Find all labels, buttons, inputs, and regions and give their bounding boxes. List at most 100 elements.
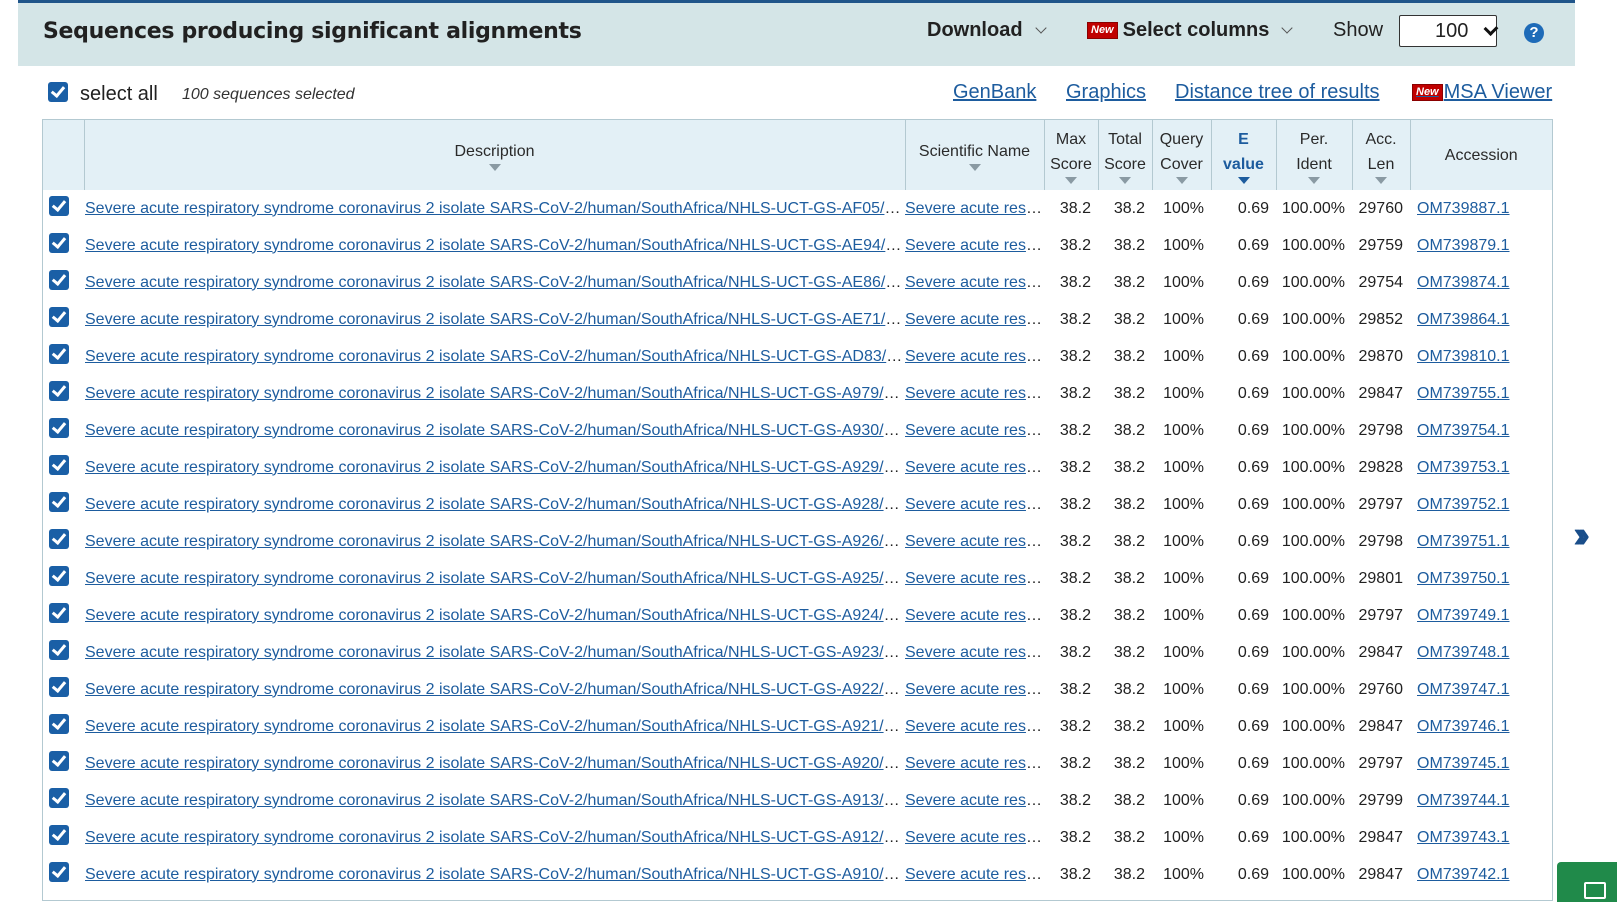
checkbox-checked-icon[interactable] (49, 788, 69, 808)
checkbox-checked-icon[interactable] (49, 640, 69, 660)
row-description-cell[interactable]: Severe acute respiratory syndrome corona… (84, 190, 905, 227)
row-scientific-name-link[interactable]: Severe acute respiratory syndrome corona… (905, 311, 1044, 328)
row-accession-link[interactable]: OM739749.1 (1417, 607, 1510, 624)
row-description-link[interactable]: Severe acute respiratory syndrome corona… (85, 607, 905, 624)
row-checkbox-cell[interactable] (43, 227, 84, 264)
row-scientific-name-link[interactable]: Severe acute respiratory syndrome corona… (905, 237, 1044, 254)
checkbox-checked-icon[interactable] (49, 270, 69, 290)
row-description-link[interactable]: Severe acute respiratory syndrome corona… (85, 866, 905, 883)
checkbox-checked-icon[interactable] (49, 677, 69, 697)
row-description-link[interactable]: Severe acute respiratory syndrome corona… (85, 459, 905, 476)
row-description-cell[interactable]: Severe acute respiratory syndrome corona… (84, 486, 905, 523)
row-checkbox-cell[interactable] (43, 634, 84, 671)
row-description-cell[interactable]: Severe acute respiratory syndrome corona… (84, 375, 905, 412)
row-checkbox-cell[interactable] (43, 819, 84, 856)
row-description-cell[interactable]: Severe acute respiratory syndrome corona… (84, 597, 905, 634)
row-scientific-name-link[interactable]: Severe acute respiratory syndrome corona… (905, 792, 1044, 809)
row-checkbox-cell[interactable] (43, 486, 84, 523)
row-scientific-name-cell[interactable]: Severe acute respiratory syndrome corona… (905, 634, 1044, 671)
row-scientific-name-cell[interactable]: Severe acute respiratory syndrome corona… (905, 856, 1044, 893)
row-scientific-name-cell[interactable]: Severe acute respiratory syndrome corona… (905, 301, 1044, 338)
row-accession-cell[interactable]: OM739744.1 (1410, 782, 1552, 819)
row-description-link[interactable]: Severe acute respiratory syndrome corona… (85, 755, 905, 772)
row-accession-cell[interactable]: OM739749.1 (1410, 597, 1552, 634)
checkbox-checked-icon[interactable] (49, 825, 69, 845)
row-checkbox-cell[interactable] (43, 449, 84, 486)
row-description-link[interactable]: Severe acute respiratory syndrome corona… (85, 570, 905, 587)
row-accession-cell[interactable]: OM739747.1 (1410, 671, 1552, 708)
graphics-link[interactable]: Graphics (1066, 81, 1146, 104)
row-description-cell[interactable]: Severe acute respiratory syndrome corona… (84, 634, 905, 671)
row-scientific-name-link[interactable]: Severe acute respiratory syndrome corona… (905, 718, 1044, 735)
row-scientific-name-cell[interactable]: Severe acute respiratory syndrome corona… (905, 190, 1044, 227)
row-description-link[interactable]: Severe acute respiratory syndrome corona… (85, 681, 905, 698)
row-scientific-name-link[interactable]: Severe acute respiratory syndrome corona… (905, 866, 1044, 883)
row-accession-link[interactable]: OM739746.1 (1417, 718, 1510, 735)
checkbox-checked-icon[interactable] (49, 233, 69, 253)
row-accession-cell[interactable]: OM739874.1 (1410, 264, 1552, 301)
row-description-cell[interactable]: Severe acute respiratory syndrome corona… (84, 782, 905, 819)
msa-viewer-link[interactable]: New MSA Viewer (1412, 81, 1552, 104)
row-accession-link[interactable]: OM739742.1 (1417, 866, 1510, 883)
row-accession-cell[interactable]: OM739742.1 (1410, 856, 1552, 893)
row-scientific-name-cell[interactable]: Severe acute respiratory syndrome corona… (905, 597, 1044, 634)
col-max-score[interactable]: Max Score (1044, 120, 1099, 190)
row-description-cell[interactable]: Severe acute respiratory syndrome corona… (84, 560, 905, 597)
row-description-cell[interactable]: Severe acute respiratory syndrome corona… (84, 819, 905, 856)
select-all-checkbox[interactable] (48, 82, 68, 102)
row-scientific-name-cell[interactable]: Severe acute respiratory syndrome corona… (905, 671, 1044, 708)
row-accession-link[interactable]: OM739745.1 (1417, 755, 1510, 772)
row-description-link[interactable]: Severe acute respiratory syndrome corona… (85, 237, 905, 254)
row-checkbox-cell[interactable] (43, 264, 84, 301)
row-accession-cell[interactable]: OM739754.1 (1410, 412, 1552, 449)
row-scientific-name-cell[interactable]: Severe acute respiratory syndrome corona… (905, 782, 1044, 819)
genbank-link[interactable]: GenBank (953, 81, 1036, 104)
row-accession-cell[interactable]: OM739879.1 (1410, 227, 1552, 264)
row-scientific-name-link[interactable]: Severe acute respiratory syndrome corona… (905, 607, 1044, 624)
row-accession-link[interactable]: OM739750.1 (1417, 570, 1510, 587)
row-scientific-name-cell[interactable]: Severe acute respiratory syndrome corona… (905, 486, 1044, 523)
checkbox-checked-icon[interactable] (49, 862, 69, 882)
col-acc-len[interactable]: Acc. Len (1352, 120, 1411, 190)
row-scientific-name-link[interactable]: Severe acute respiratory syndrome corona… (905, 755, 1044, 772)
row-scientific-name-link[interactable]: Severe acute respiratory syndrome corona… (905, 422, 1044, 439)
row-scientific-name-link[interactable]: Severe acute respiratory syndrome corona… (905, 274, 1044, 291)
row-description-link[interactable]: Severe acute respiratory syndrome corona… (85, 348, 905, 365)
row-checkbox-cell[interactable] (43, 671, 84, 708)
row-checkbox-cell[interactable] (43, 412, 84, 449)
row-checkbox-cell[interactable] (43, 301, 84, 338)
col-evalue[interactable]: E value (1211, 120, 1277, 190)
row-scientific-name-cell[interactable]: Severe acute respiratory syndrome corona… (905, 412, 1044, 449)
row-accession-link[interactable]: OM739747.1 (1417, 681, 1510, 698)
row-scientific-name-cell[interactable]: Severe acute respiratory syndrome corona… (905, 819, 1044, 856)
row-scientific-name-link[interactable]: Severe acute respiratory syndrome corona… (905, 385, 1044, 402)
col-accession[interactable]: Accession (1410, 120, 1552, 190)
checkbox-checked-icon[interactable] (49, 196, 69, 216)
row-scientific-name-link[interactable]: Severe acute respiratory syndrome corona… (905, 644, 1044, 661)
row-checkbox-cell[interactable] (43, 375, 84, 412)
row-checkbox-cell[interactable] (43, 782, 84, 819)
row-description-link[interactable]: Severe acute respiratory syndrome corona… (85, 644, 905, 661)
row-accession-link[interactable]: OM739874.1 (1417, 274, 1510, 291)
row-accession-link[interactable]: OM739864.1 (1417, 311, 1510, 328)
row-checkbox-cell[interactable] (43, 856, 84, 893)
row-accession-cell[interactable]: OM739743.1 (1410, 819, 1552, 856)
row-scientific-name-link[interactable]: Severe acute respiratory syndrome corona… (905, 200, 1044, 217)
row-checkbox-cell[interactable] (43, 597, 84, 634)
row-accession-link[interactable]: OM739751.1 (1417, 533, 1510, 550)
checkbox-checked-icon[interactable] (49, 381, 69, 401)
row-description-link[interactable]: Severe acute respiratory syndrome corona… (85, 422, 905, 439)
row-description-cell[interactable]: Severe acute respiratory syndrome corona… (84, 227, 905, 264)
checkbox-checked-icon[interactable] (49, 751, 69, 771)
row-description-cell[interactable]: Severe acute respiratory syndrome corona… (84, 523, 905, 560)
row-scientific-name-cell[interactable]: Severe acute respiratory syndrome corona… (905, 560, 1044, 597)
checkbox-checked-icon[interactable] (49, 418, 69, 438)
row-description-cell[interactable]: Severe acute respiratory syndrome corona… (84, 449, 905, 486)
row-description-cell[interactable]: Severe acute respiratory syndrome corona… (84, 708, 905, 745)
row-description-link[interactable]: Severe acute respiratory syndrome corona… (85, 829, 905, 846)
row-description-link[interactable]: Severe acute respiratory syndrome corona… (85, 496, 905, 513)
row-accession-link[interactable]: OM739752.1 (1417, 496, 1510, 513)
checkbox-checked-icon[interactable] (49, 566, 69, 586)
select-columns-menu[interactable]: New Select columns (1087, 19, 1294, 42)
col-scientific-name[interactable]: Scientific Name (905, 120, 1045, 190)
